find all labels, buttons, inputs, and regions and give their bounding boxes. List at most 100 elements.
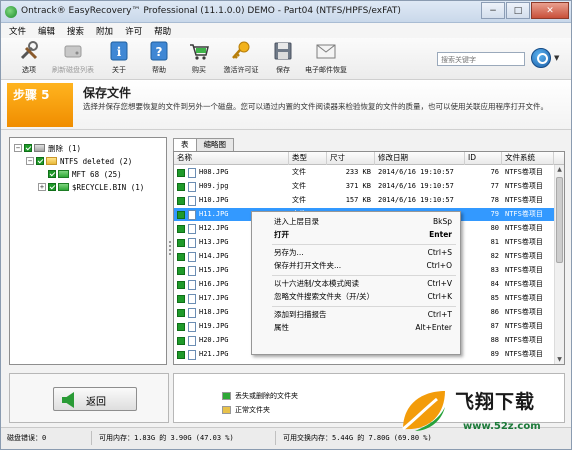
checkbox-checked-icon[interactable] — [177, 308, 185, 317]
scroll-down-icon[interactable]: ▼ — [555, 355, 564, 364]
menu-extras[interactable]: 附加 — [96, 25, 113, 37]
menu-separator — [272, 244, 456, 245]
vertical-scrollbar[interactable]: ▲ ▼ — [554, 165, 564, 364]
options-button[interactable]: 选项 — [7, 40, 51, 75]
search-input[interactable]: 搜索关键字 — [437, 52, 525, 66]
search-icon[interactable] — [531, 48, 551, 68]
column-modified[interactable]: 修改日期 — [375, 152, 465, 165]
tree-node-deleted[interactable]: − 删除 (1) — [14, 142, 81, 154]
column-size[interactable]: 尺寸 — [327, 152, 375, 165]
minimize-button[interactable]: − — [481, 2, 505, 19]
checkbox-checked-icon[interactable] — [177, 322, 185, 331]
column-type[interactable]: 类型 — [289, 152, 327, 165]
menu-help[interactable]: 帮助 — [154, 25, 171, 37]
shortcut-label: Ctrl+S — [427, 248, 452, 257]
help-button[interactable]: ? 帮助 — [137, 40, 181, 75]
cell-size: 157 KB — [345, 196, 371, 204]
menu-search[interactable]: 搜索 — [67, 25, 84, 37]
tab-table[interactable]: 表 — [173, 138, 197, 152]
step-badge: 步骤 5 — [7, 83, 73, 127]
context-menu-item[interactable]: 忽略文件搜索文件夹（开/关） Ctrl+K — [274, 291, 452, 303]
checkbox-checked-icon[interactable] — [177, 280, 185, 289]
save-button[interactable]: 保存 — [261, 40, 305, 75]
app-icon — [5, 6, 17, 18]
cell-name: H09.jpg — [177, 180, 287, 193]
email-recovery-button[interactable]: 电子邮件恢复 — [301, 40, 351, 75]
svg-text:i: i — [117, 45, 122, 59]
scroll-up-icon[interactable]: ▲ — [555, 165, 564, 174]
checkbox-checked-icon[interactable] — [177, 168, 185, 177]
title-bar[interactable]: Ontrack® EasyRecovery™ Professional (11.… — [1, 1, 571, 23]
search-dropdown-icon[interactable]: ▼ — [554, 54, 559, 62]
collapse-icon[interactable]: − — [26, 157, 34, 165]
checkbox-checked-icon[interactable] — [177, 196, 185, 205]
tree-node-ntfs-deleted[interactable]: − NTFS deleted (2) — [26, 155, 132, 167]
tree-node-recycle-bin[interactable]: + $RECYCLE.BIN (1) — [38, 181, 144, 193]
shortcut-label: Ctrl+O — [426, 261, 452, 270]
table-row[interactable]: H08.JPG 文件 233 KB 2014/6/16 19:10:57 76 NTFS卷… — [174, 166, 554, 179]
leaf-logo-icon — [402, 391, 445, 431]
legend-deleted-folder: 丢失或删除的文件夹 — [222, 390, 298, 402]
maximize-button[interactable]: □ — [506, 2, 530, 19]
shortcut-label: BkSp — [432, 217, 452, 226]
context-menu-item[interactable]: 添加到扫描报告 Ctrl+T — [274, 309, 452, 321]
about-button[interactable]: i 关于 — [97, 40, 141, 75]
checkbox-checked-icon[interactable] — [177, 336, 185, 345]
checkbox-checked-icon[interactable] — [177, 182, 185, 191]
checkbox-checked-icon[interactable] — [177, 238, 185, 247]
cell-name: H10.JPG — [177, 194, 287, 207]
image-file-icon — [188, 181, 196, 192]
menu-separator — [272, 306, 456, 307]
table-row[interactable]: H10.JPG 文件 157 KB 2014/6/16 19:10:57 78 NTFS卷… — [174, 194, 554, 207]
scroll-thumb[interactable] — [556, 177, 563, 263]
table-row[interactable]: H09.jpg 文件 371 KB 2014/6/16 19:10:57 77 NTFS卷… — [174, 180, 554, 193]
drive-icon — [34, 144, 45, 152]
cell-id: 76 — [490, 168, 499, 176]
close-button[interactable]: ✕ — [531, 2, 569, 19]
column-filesystem[interactable]: 文件系统 — [502, 152, 554, 165]
checkbox-checked-icon[interactable] — [177, 350, 185, 359]
cell-size: 371 KB — [345, 182, 371, 190]
cell-fs: NTFS卷项目 — [505, 168, 543, 176]
image-file-icon — [188, 279, 196, 290]
cell-id: 78 — [490, 196, 499, 204]
shortcut-label: Ctrl+V — [427, 279, 452, 288]
menu-license[interactable]: 许可 — [125, 25, 142, 37]
checkbox-checked-icon[interactable] — [48, 183, 56, 191]
context-menu-item[interactable]: 进入上层目录 BkSp — [274, 216, 452, 228]
cell-id: 85 — [490, 294, 499, 302]
context-menu-item[interactable]: 另存为... Ctrl+S — [274, 247, 452, 259]
checkbox-checked-icon[interactable] — [48, 170, 56, 178]
context-menu-item[interactable]: 属性 Alt+Enter — [274, 322, 452, 334]
column-id[interactable]: ID — [465, 152, 502, 165]
activate-license-button[interactable]: 激活许可证 — [219, 40, 263, 75]
checkbox-checked-icon[interactable] — [177, 266, 185, 275]
refresh-disk-list-button[interactable]: 刷新磁盘列表 — [51, 40, 95, 75]
legend-normal-folder: 正常文件夹 — [222, 404, 270, 416]
column-name[interactable]: 名称 — [174, 152, 289, 165]
expand-icon[interactable]: + — [38, 183, 46, 191]
menu-edit[interactable]: 编辑 — [38, 25, 55, 37]
cell-fs: NTFS卷项目 — [505, 322, 543, 330]
cell-type: 文件 — [292, 196, 306, 204]
tree-node-mft[interactable]: MFT 68 (25) — [48, 168, 122, 180]
back-button[interactable]: 返回 — [53, 387, 137, 411]
purchase-button[interactable]: 购买 — [177, 40, 221, 75]
context-menu-item[interactable]: 以十六进制/文本模式阅读 Ctrl+V — [274, 278, 452, 290]
navigation-panel: 返回 — [9, 373, 169, 423]
key-icon — [232, 41, 250, 59]
tab-thumbnails[interactable]: 缩略图 — [195, 138, 234, 151]
checkbox-checked-icon[interactable] — [177, 210, 185, 219]
context-menu-item[interactable]: 保存并打开文件夹... Ctrl+O — [274, 260, 452, 272]
cell-id: 86 — [490, 308, 499, 316]
checkbox-checked-icon[interactable] — [177, 252, 185, 261]
cell-fs: NTFS卷项目 — [505, 238, 543, 246]
collapse-icon[interactable]: − — [14, 144, 22, 152]
checkbox-checked-icon[interactable] — [177, 224, 185, 233]
checkbox-checked-icon[interactable] — [177, 294, 185, 303]
context-menu-item[interactable]: 打开 Enter — [274, 229, 452, 241]
checkbox-checked-icon[interactable] — [36, 157, 44, 165]
checkbox-checked-icon[interactable] — [24, 144, 32, 152]
menu-file[interactable]: 文件 — [9, 25, 26, 37]
shortcut-label: Alt+Enter — [415, 323, 452, 332]
